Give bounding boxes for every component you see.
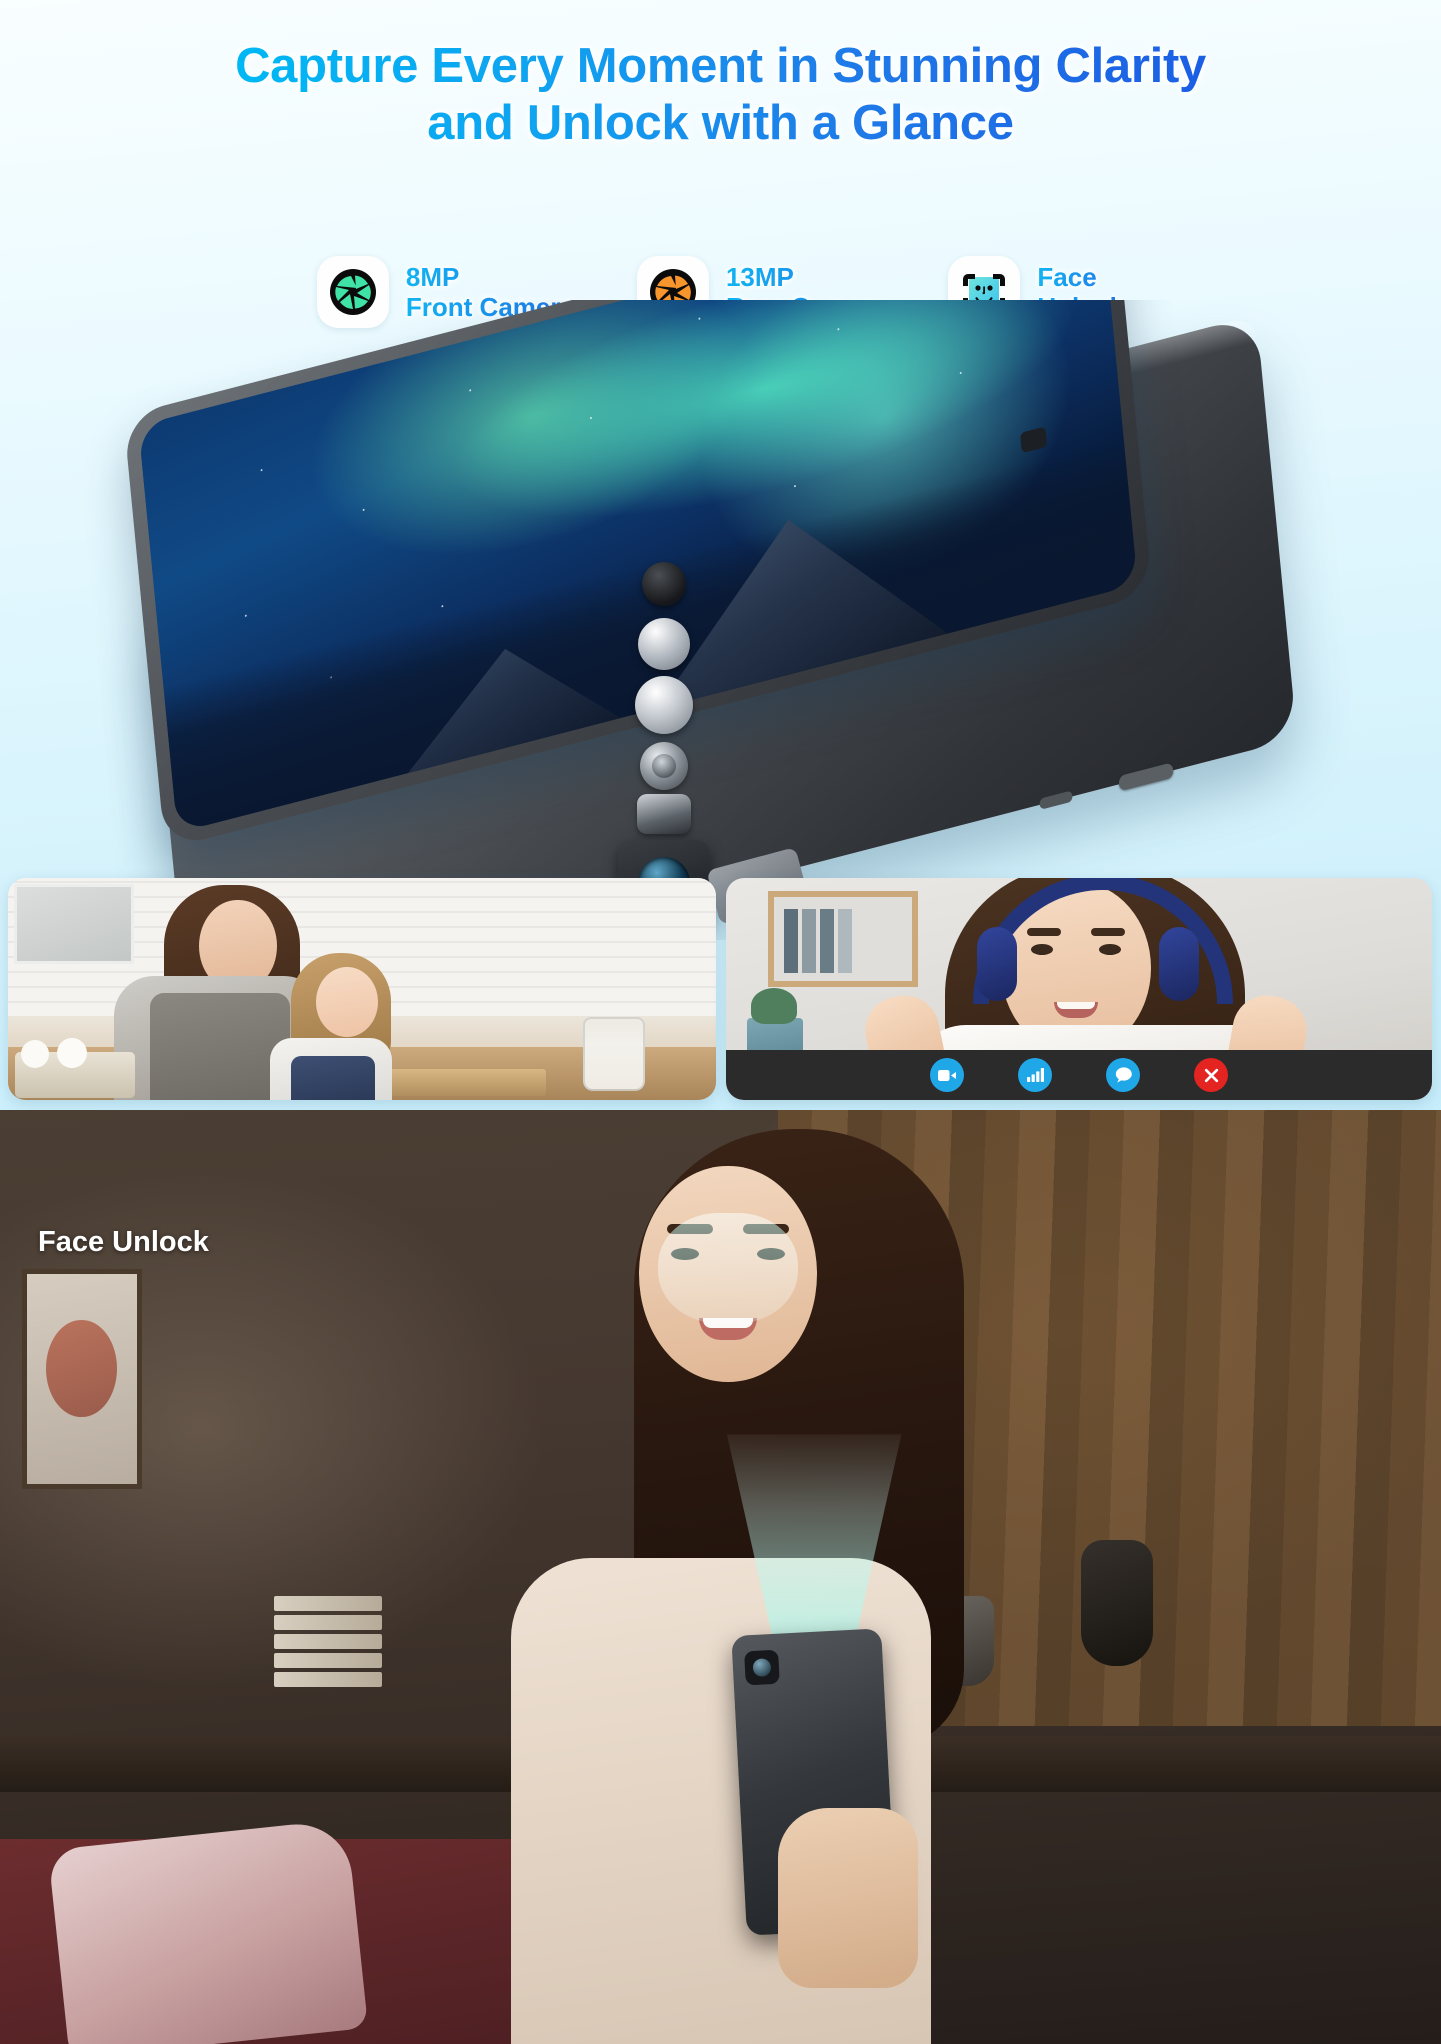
feature-title: 8MP (405, 261, 460, 292)
face-unlock-label: Face Unlock (38, 1226, 209, 1258)
close-x-icon (1204, 1068, 1218, 1082)
end-call-button[interactable] (1194, 1058, 1228, 1092)
throw-pillow (47, 1818, 368, 2044)
signal-bars-icon (1026, 1068, 1044, 1082)
kitchen-cabinet (14, 884, 134, 964)
exploded-lens-stack: AI CAMERA (618, 562, 810, 926)
lens-element-3-icon (640, 742, 688, 790)
headline-section: Capture Every Moment in Stunning Clarity… (0, 0, 1441, 190)
child-face (315, 966, 378, 1037)
child-apron (291, 1055, 376, 1100)
photo-row (0, 878, 1441, 1100)
video-call-control-bar (726, 1050, 1432, 1100)
flour-jar (583, 1017, 646, 1092)
video-camera-button[interactable] (930, 1058, 964, 1092)
bookshelf (768, 891, 919, 988)
feature-title: 13MP (725, 261, 794, 292)
dark-vase (1080, 1539, 1153, 1666)
chat-button[interactable] (1106, 1058, 1140, 1092)
signal-strength-button[interactable] (1018, 1058, 1052, 1092)
lens-barrel-icon (642, 562, 686, 606)
face-unlock-section: Face Unlock (0, 1110, 1441, 2044)
lens-element-1-icon (638, 618, 690, 670)
face-scan-highlight (657, 1212, 798, 1323)
photo-video-call (726, 878, 1432, 1100)
tablet-power-button (1118, 762, 1174, 792)
lens-element-4-icon (637, 794, 691, 834)
mother-apron (149, 993, 290, 1100)
wall-picture-frame (21, 1268, 142, 1489)
video-call-scene (726, 878, 1432, 1100)
tablet-volume-button (1039, 790, 1074, 810)
video-camera-icon (938, 1069, 956, 1081)
kitchen-scene (8, 878, 716, 1100)
stacked-books (273, 1595, 382, 1692)
user-hand (778, 1807, 919, 1988)
photo-kitchen-family (8, 878, 716, 1100)
headphone-earcup-right (1159, 926, 1200, 1001)
feature-title: Face (1037, 261, 1097, 292)
headphone-earcup-left (976, 926, 1017, 1001)
lens-element-2-icon (635, 676, 693, 734)
hero-product-image: AI CAMERA (0, 300, 1441, 940)
page-title: Capture Every Moment in Stunning Clarity… (235, 38, 1206, 152)
headline-line-2: and Unlock with a Glance (427, 95, 1014, 150)
tablet-camera-icon (744, 1649, 780, 1686)
headline-line-1: Capture Every Moment in Stunning Clarity (235, 39, 1206, 93)
chat-bubble-icon (1115, 1067, 1132, 1083)
egg-carton (15, 1037, 136, 1098)
